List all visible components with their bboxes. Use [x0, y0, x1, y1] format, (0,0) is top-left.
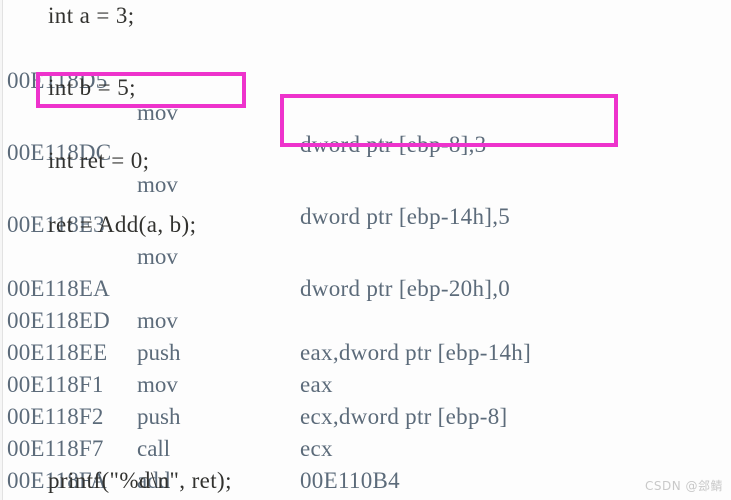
source-line[interactable]: printf("%d\n", ret);: [0, 465, 731, 497]
asm-line[interactable]: 00E118D5 mov dword ptr [ebp-8],3: [0, 33, 731, 157]
asm-line[interactable]: 00E118EE mov ecx,dword ptr [ebp-8]: [0, 305, 731, 429]
source-line[interactable]: int ret = 0;: [0, 145, 731, 177]
asm-line[interactable]: 00E118DC mov dword ptr [ebp-14h],5: [0, 105, 731, 229]
asm-line[interactable]: 00E118F1 push ecx: [0, 337, 731, 461]
asm-line[interactable]: 00E118E3 mov dword ptr [ebp-20h],0: [0, 177, 731, 301]
source-line[interactable]: int a = 3;: [0, 0, 731, 32]
source-line[interactable]: int b = 5;: [0, 72, 731, 104]
asm-line[interactable]: 00E118FA mov dword ptr [ebp-20h],eax: [0, 433, 731, 493]
asm-line[interactable]: 00E118F7 add esp,8: [0, 401, 731, 493]
watermark: CSDN @郐鲭: [644, 479, 723, 493]
disassembly-window: int a = 3; 00E118D5 mov dword ptr [ebp-8…: [0, 0, 731, 500]
source-line[interactable]: ret = Add(a, b);: [0, 209, 731, 241]
asm-line[interactable]: 00E118EA mov eax,dword ptr [ebp-14h]: [0, 241, 731, 365]
code-listing: int a = 3; 00E118D5 mov dword ptr [ebp-8…: [0, 0, 731, 500]
asm-line[interactable]: 00E118F2 call 00E110B4: [0, 369, 731, 493]
asm-line[interactable]: 00E118ED push eax: [0, 273, 731, 397]
